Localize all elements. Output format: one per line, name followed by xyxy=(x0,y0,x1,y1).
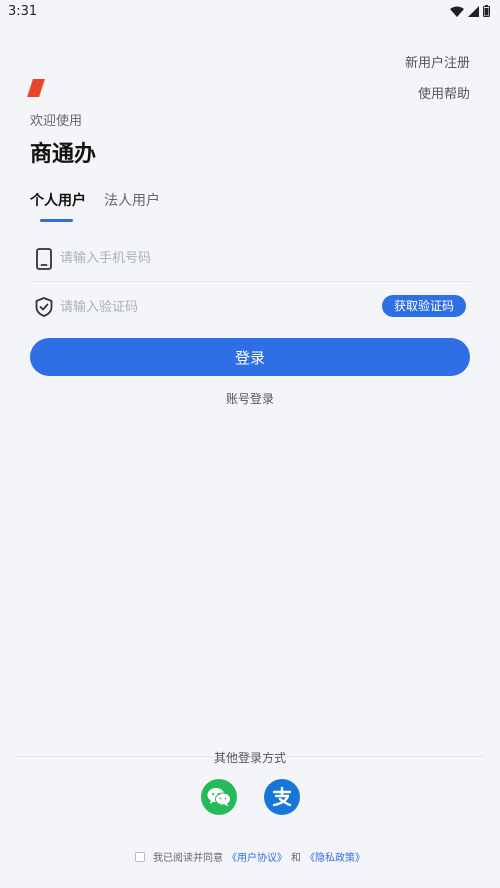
brand-logo-mark xyxy=(27,79,45,97)
wifi-icon xyxy=(450,6,464,17)
status-bar: 3:31 xyxy=(0,0,500,22)
signal-icon xyxy=(468,5,479,17)
phone-icon xyxy=(30,245,58,273)
login-button[interactable]: 登录 xyxy=(30,338,470,376)
user-type-tabs: 个人用户 法人用户 xyxy=(30,190,160,222)
welcome-text: 欢迎使用 xyxy=(30,114,83,129)
alipay-icon xyxy=(272,786,292,807)
alipay-login-button[interactable] xyxy=(264,779,300,815)
wechat-login-button[interactable] xyxy=(201,779,237,815)
account-login-link[interactable]: 账号登录 xyxy=(0,390,500,407)
status-icons xyxy=(450,5,490,17)
phone-field xyxy=(30,236,470,282)
help-link[interactable]: 使用帮助 xyxy=(405,83,470,102)
other-login-title: 其他登录方式 xyxy=(213,751,286,765)
agreement-and: 和 xyxy=(291,853,301,864)
user-agreement-link[interactable]: 《用户协议》 xyxy=(227,849,287,864)
tab-personal-user[interactable]: 个人用户 xyxy=(30,190,86,222)
agreement-row: 我已阅读并同意 《用户协议》 和 《隐私政策》 xyxy=(0,849,500,864)
register-link[interactable]: 新用户注册 xyxy=(405,52,470,71)
tab-corporate-user[interactable]: 法人用户 xyxy=(104,190,160,218)
battery-icon xyxy=(483,5,490,17)
get-code-button[interactable]: 获取验证码 xyxy=(381,295,466,317)
wechat-icon xyxy=(207,788,231,807)
verification-code-field: 获取验证码 xyxy=(30,284,470,330)
privacy-policy-link[interactable]: 《隐私政策》 xyxy=(305,849,365,864)
status-time: 3:31 xyxy=(8,3,38,19)
agreement-prefix: 我已阅读并同意 xyxy=(153,853,223,864)
phone-input[interactable] xyxy=(60,243,470,274)
agreement-checkbox[interactable] xyxy=(135,851,145,862)
shield-check-icon xyxy=(30,293,58,321)
top-links: 新用户注册 使用帮助 xyxy=(405,52,470,114)
app-title: 商通办 xyxy=(30,142,97,167)
